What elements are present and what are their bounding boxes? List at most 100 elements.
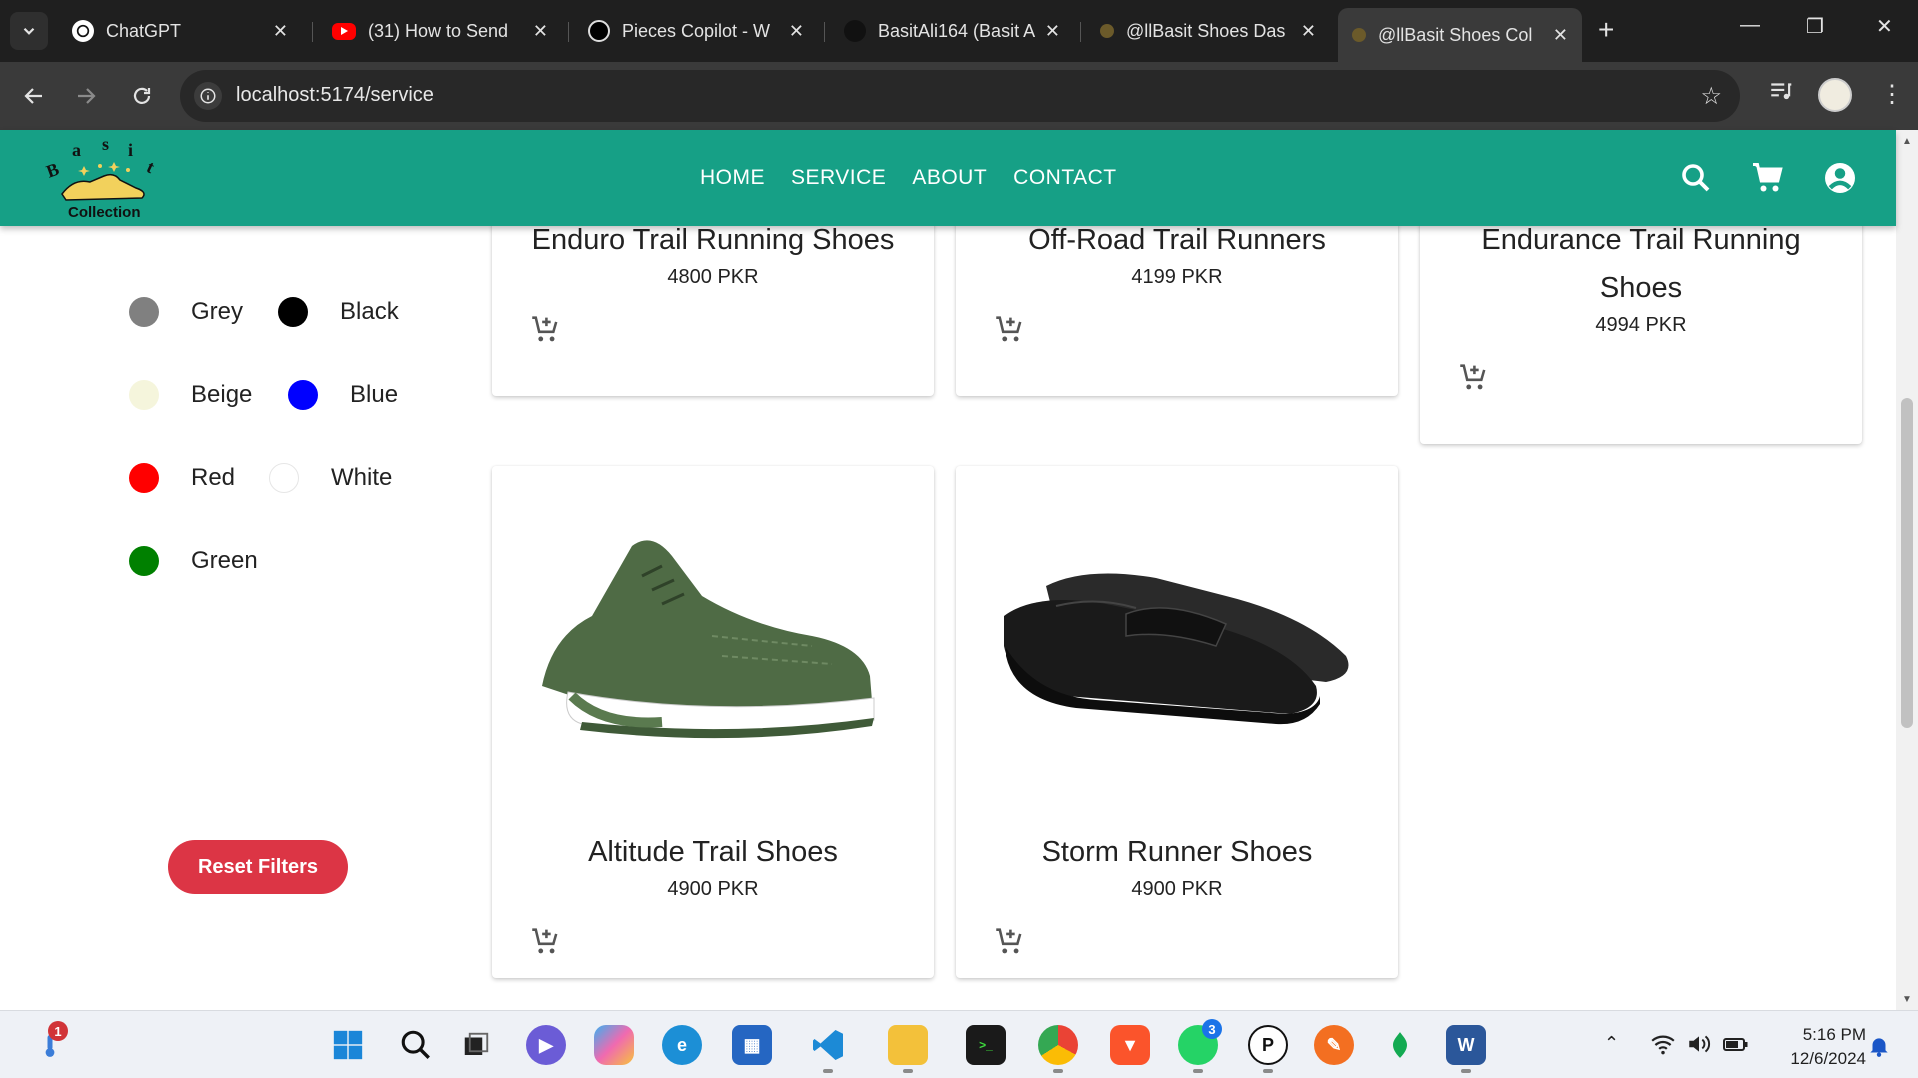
close-icon[interactable]: ✕ — [1045, 21, 1060, 42]
new-tab-button[interactable]: + — [1598, 14, 1614, 46]
close-window-icon[interactable]: ✕ — [1876, 14, 1893, 39]
tab-pieces[interactable]: Pieces Copilot - W ✕ — [574, 10, 818, 52]
restore-icon[interactable]: ❐ — [1806, 14, 1824, 39]
color-option-green[interactable]: Green — [129, 546, 258, 576]
site-logo[interactable]: B a s i t Collection — [44, 134, 164, 222]
color-option-grey[interactable]: Grey — [129, 297, 243, 327]
product-card[interactable]: Enduro Trail Running Shoes 4800 PKR — [492, 226, 934, 396]
postman-icon[interactable]: ✎ — [1314, 1025, 1354, 1065]
search-icon[interactable] — [396, 1025, 436, 1065]
mongodb-icon[interactable] — [1380, 1025, 1420, 1065]
whatsapp-icon[interactable]: 3 — [1178, 1019, 1222, 1065]
add-to-cart-icon[interactable] — [992, 924, 1026, 958]
file-explorer-icon[interactable] — [888, 1025, 928, 1065]
nav-service[interactable]: SERVICE — [791, 166, 886, 190]
notification-bell-icon[interactable] — [1866, 1033, 1892, 1064]
profile-avatar[interactable] — [1818, 78, 1852, 112]
page-scrollbar[interactable]: ▲ ▼ — [1896, 130, 1918, 1010]
more-menu-icon[interactable]: ⋮ — [1880, 78, 1904, 112]
url-text[interactable]: localhost:5174/service — [236, 84, 434, 107]
close-icon[interactable]: ✕ — [1553, 25, 1568, 46]
add-to-cart-icon[interactable] — [1456, 360, 1490, 394]
product-price: 4900 PKR — [1131, 878, 1223, 900]
tab-search-button[interactable] — [10, 12, 48, 50]
vscode-icon[interactable] — [808, 1025, 848, 1065]
add-to-cart-icon[interactable] — [528, 924, 562, 958]
pieces-app-icon[interactable]: P — [1248, 1025, 1288, 1065]
tab-chatgpt[interactable]: ChatGPT ✕ — [58, 10, 302, 52]
color-swatch — [129, 297, 159, 327]
terminal-icon[interactable]: >_ — [966, 1025, 1006, 1065]
teams-meet-icon[interactable]: ▶ — [526, 1025, 566, 1065]
color-label: Red — [191, 464, 236, 491]
shopping-cart-icon[interactable] — [1750, 160, 1786, 196]
site-icon — [1352, 28, 1366, 42]
nav-contact[interactable]: CONTACT — [1013, 166, 1116, 190]
tab-youtube[interactable]: (31) How to Send ✕ — [318, 10, 562, 52]
brave-icon[interactable]: ▼ — [1110, 1025, 1150, 1065]
color-swatch — [129, 546, 159, 576]
media-control-icon[interactable] — [1768, 78, 1794, 109]
product-card[interactable]: Off-Road Trail Runners 4199 PKR — [956, 226, 1398, 396]
edge-icon[interactable]: e — [662, 1025, 702, 1065]
word-icon[interactable]: W — [1446, 1025, 1486, 1065]
volume-icon[interactable] — [1686, 1031, 1712, 1062]
address-bar[interactable]: localhost:5174/service ☆ — [180, 70, 1740, 122]
color-option-black[interactable]: Black — [278, 297, 399, 327]
back-button[interactable] — [16, 78, 52, 114]
close-icon[interactable]: ✕ — [273, 21, 288, 42]
tab-github[interactable]: BasitAli164 (Basit A ✕ — [830, 10, 1074, 52]
svg-text:B: B — [44, 159, 62, 182]
tab-title: BasitAli164 (Basit A — [878, 20, 1036, 41]
product-price: 4199 PKR — [1131, 266, 1223, 288]
wifi-icon[interactable] — [1650, 1031, 1676, 1062]
windows-start-icon[interactable] — [328, 1025, 368, 1065]
site-info-icon[interactable] — [194, 82, 222, 110]
scroll-down-icon[interactable]: ▼ — [1902, 994, 1912, 1005]
add-to-cart-icon[interactable] — [992, 312, 1026, 346]
reload-button[interactable] — [124, 78, 160, 114]
product-name: Endurance Trail Running — [1481, 226, 1801, 256]
system-clock[interactable]: 5:16 PM 12/6/2024 — [1766, 1023, 1866, 1071]
minimize-icon[interactable]: — — [1740, 14, 1760, 37]
chatgpt-icon — [72, 20, 94, 42]
color-option-white[interactable]: White — [269, 463, 392, 493]
tab-title: @llBasit Shoes Das — [1126, 20, 1286, 41]
browser-toolbar: localhost:5174/service ☆ ⋮ — [0, 62, 1918, 130]
search-icon[interactable] — [1678, 160, 1714, 196]
copilot-icon[interactable] — [594, 1025, 634, 1065]
color-option-blue[interactable]: Blue — [288, 380, 398, 410]
color-swatch — [278, 297, 308, 327]
color-label: Black — [340, 298, 399, 325]
scroll-up-icon[interactable]: ▲ — [1902, 136, 1912, 147]
color-label: Grey — [191, 298, 244, 325]
store-icon[interactable]: ▦ — [732, 1025, 772, 1065]
close-icon[interactable]: ✕ — [789, 21, 804, 42]
product-card[interactable]: Storm Runner Shoes 4900 PKR — [956, 466, 1398, 978]
account-icon[interactable] — [1822, 160, 1858, 196]
color-option-red[interactable]: Red — [129, 463, 235, 493]
chevron-up-icon[interactable]: ⌃ — [1604, 1033, 1619, 1054]
tab-shoes-collection[interactable]: @llBasit Shoes Col ✕ — [1338, 8, 1582, 62]
green-sneaker-image — [542, 540, 875, 739]
nav-home[interactable]: HOME — [700, 166, 765, 190]
scroll-thumb[interactable] — [1901, 398, 1913, 728]
product-price: 4800 PKR — [667, 266, 759, 288]
tab-shoes-dashboard[interactable]: @llBasit Shoes Das ✕ — [1086, 10, 1330, 52]
arrow-right-icon — [78, 88, 96, 104]
svg-text:a: a — [72, 140, 81, 160]
chrome-icon[interactable] — [1038, 1025, 1078, 1065]
weather-icon[interactable]: 1 — [30, 1021, 70, 1065]
battery-icon[interactable] — [1722, 1031, 1750, 1062]
nav-about[interactable]: ABOUT — [912, 166, 987, 190]
add-to-cart-icon[interactable] — [528, 312, 562, 346]
color-option-beige[interactable]: Beige — [129, 380, 252, 410]
close-icon[interactable]: ✕ — [1301, 21, 1316, 42]
bookmark-star-icon[interactable]: ☆ — [1700, 82, 1722, 111]
forward-button[interactable] — [68, 78, 104, 114]
product-card[interactable]: Endurance Trail Running Shoes 4994 PKR — [1420, 226, 1862, 444]
reset-filters-button[interactable]: Reset Filters — [168, 840, 348, 894]
task-view-icon[interactable] — [456, 1025, 496, 1065]
product-card[interactable]: Altitude Trail Shoes 4900 PKR — [492, 466, 934, 978]
close-icon[interactable]: ✕ — [533, 21, 548, 42]
